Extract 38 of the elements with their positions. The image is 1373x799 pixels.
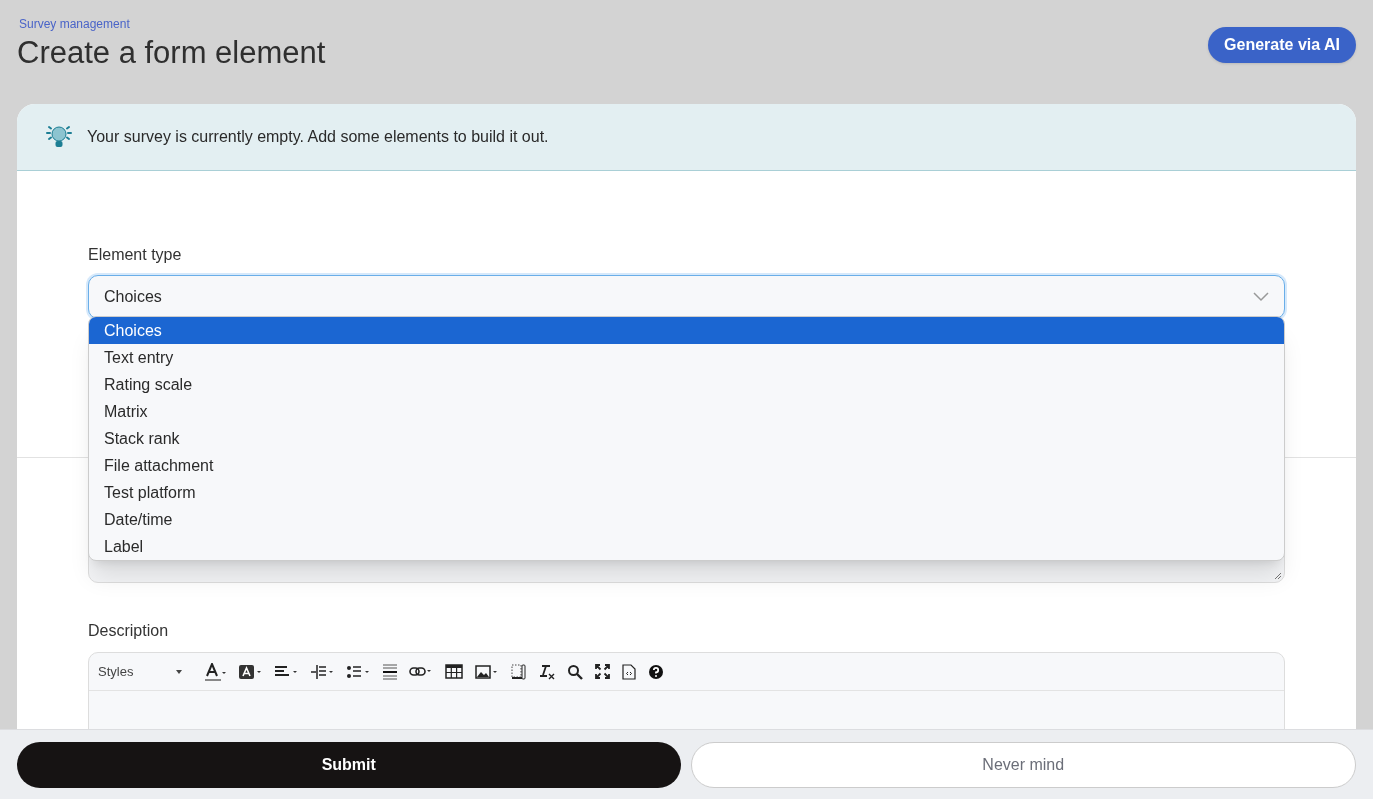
page-title: Create a form element — [17, 34, 326, 72]
align-left-icon[interactable] — [275, 664, 299, 679]
menu-option[interactable]: Rating scale — [89, 371, 1284, 398]
bullet-list-icon[interactable] — [347, 664, 371, 679]
notice-text: Your survey is currently empty. Add some elements to build it out. — [87, 127, 549, 147]
help-icon[interactable] — [648, 663, 664, 680]
element-type-select[interactable]: Choices — [88, 275, 1285, 319]
menu-option[interactable]: Test platform — [89, 479, 1284, 506]
generate-button[interactable]: Generate via AI — [1208, 27, 1356, 63]
search-icon[interactable] — [567, 663, 583, 680]
text-color-icon[interactable] — [205, 662, 227, 681]
table-icon[interactable] — [445, 664, 463, 679]
menu-option[interactable]: Label — [89, 533, 1284, 560]
source-code-icon[interactable] — [622, 663, 636, 680]
menu-option[interactable]: Matrix — [89, 398, 1284, 425]
image-icon[interactable] — [475, 664, 499, 679]
lightbulb-icon — [45, 124, 73, 150]
field-label: Element type — [88, 245, 183, 265]
caret-icon — [175, 669, 183, 674]
menu-option[interactable]: File attachment — [89, 452, 1284, 479]
page-break-icon[interactable] — [511, 663, 527, 680]
menu-option[interactable]: Choices — [89, 317, 1284, 344]
submit-button[interactable]: Submit — [17, 741, 681, 788]
background-color-icon[interactable] — [239, 663, 263, 680]
chevron-down-icon — [1253, 292, 1269, 302]
menu-option[interactable]: Date/time — [89, 506, 1284, 533]
clear-formatting-icon[interactable] — [539, 663, 555, 680]
resize-handle-icon — [1274, 572, 1282, 580]
link-icon[interactable] — [409, 666, 433, 677]
line-height-icon[interactable] — [311, 664, 335, 679]
horizontal-rule-icon[interactable] — [383, 663, 397, 680]
field-label: Description — [88, 621, 170, 641]
styles-dropdown[interactable]: Styles — [98, 661, 183, 682]
cancel-button[interactable]: Never mind — [690, 741, 1356, 788]
menu-option[interactable]: Text entry — [89, 344, 1284, 371]
menu-option[interactable]: Stack rank — [89, 425, 1284, 452]
fullscreen-icon[interactable] — [595, 664, 610, 679]
breadcrumb-link[interactable]: Survey management — [17, 15, 130, 33]
